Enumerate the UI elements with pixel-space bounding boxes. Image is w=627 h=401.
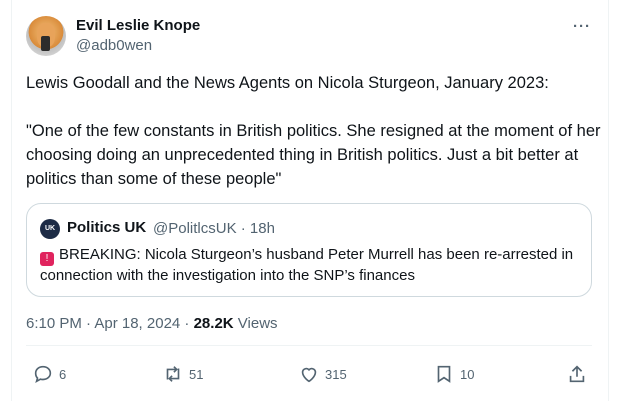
views-label: Views [233,315,278,332]
views-count: 28.2K [193,315,234,332]
retweet-button[interactable]: 51 [162,362,203,386]
reply-icon [34,365,52,384]
more-options-icon[interactable]: ··· [573,18,591,35]
tweet-text-quote: "One of the few constants in British pol… [26,122,601,188]
reply-button[interactable]: 6 [32,362,66,386]
avatar[interactable] [26,16,66,56]
quoted-avatar[interactable]: UK [40,219,60,239]
quoted-tweet[interactable]: UK Politics UK @PolitlcsUK · 18h ! BREAKI… [26,203,592,297]
timestamp[interactable]: 6:10 PM · Apr 18, 2024 · [26,315,194,332]
bookmark-button[interactable]: 10 [433,362,474,386]
siren-icon: ! [40,252,54,266]
like-count: 315 [325,366,347,382]
bookmark-icon [437,365,451,383]
quoted-body: ! BREAKING: Nicola Sturgeon’s husband Pet… [40,245,585,286]
reply-count: 6 [59,366,67,382]
author-name[interactable]: Evil Leslie Knope [76,17,200,34]
quoted-author-name[interactable]: Politics UK [67,219,146,236]
bookmark-count: 10 [460,366,475,382]
heart-icon [301,367,317,383]
author-handle[interactable]: @adb0wen [76,37,152,54]
tweet-card [11,0,609,401]
quoted-body-text: BREAKING: Nicola Sturgeon’s husband Pete… [40,246,574,284]
share-icon [569,365,585,383]
retweet-count: 51 [189,366,204,382]
like-button[interactable]: 315 [298,362,347,386]
timestamp-views: 6:10 PM · Apr 18, 2024 · 28.2K Views [26,315,278,332]
avatar-phone [41,36,50,51]
quoted-handle-time: @PolitlcsUK · 18h [153,220,275,237]
tweet-text-line1: Lewis Goodall and the News Agents on Nic… [26,74,549,92]
share-button[interactable] [566,362,593,386]
divider [26,345,592,346]
retweet-icon [166,366,180,382]
